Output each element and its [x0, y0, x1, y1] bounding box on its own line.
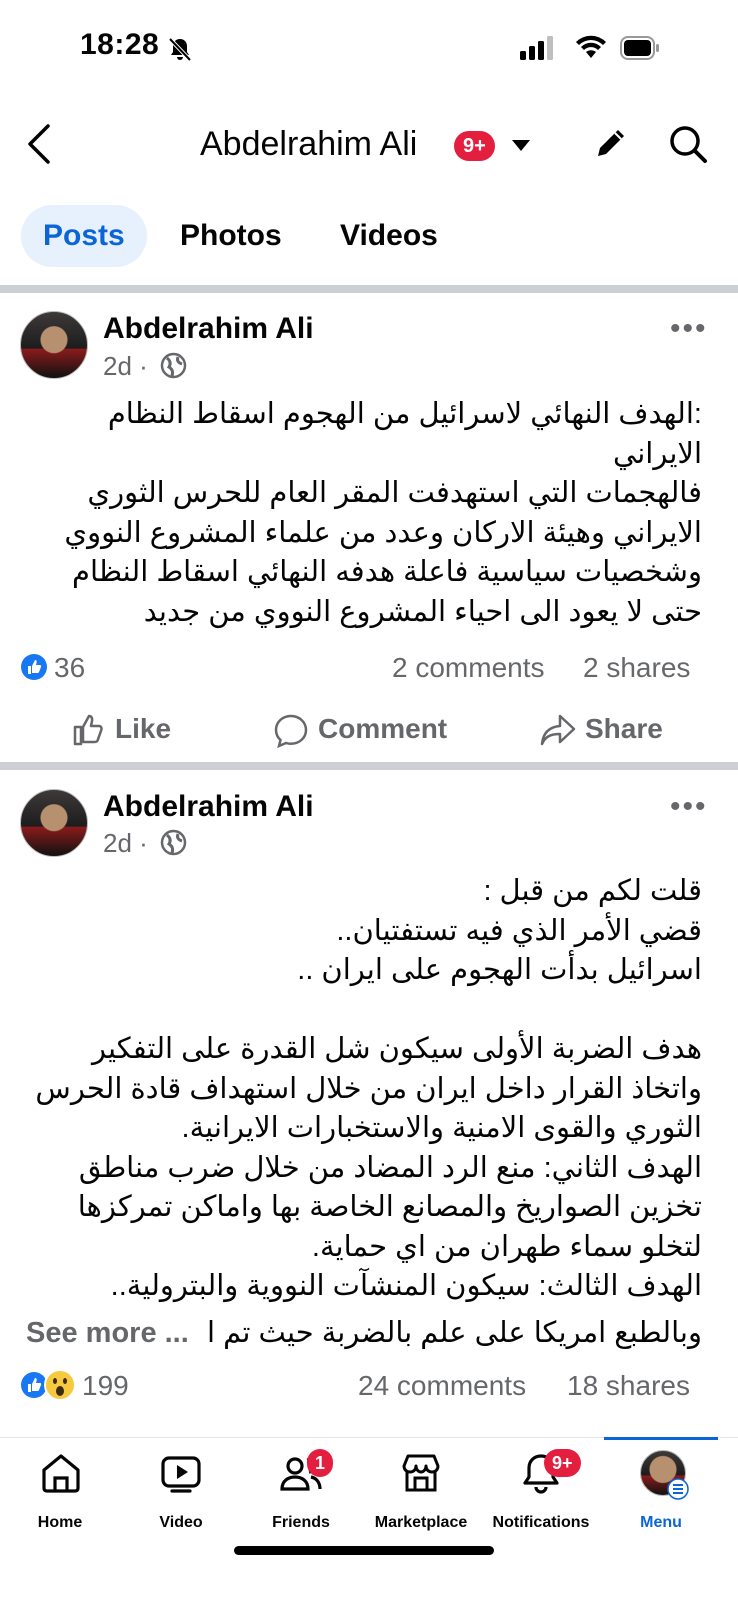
like-icon: [73, 714, 103, 746]
menu-lines-icon: [667, 1478, 689, 1500]
share-icon: [540, 714, 576, 746]
post-author[interactable]: Abdelrahim Ali: [103, 312, 314, 346]
status-time: 18:28: [80, 28, 160, 61]
post-text: قلت لكم من قبل : قضي الأمر الذي فيه تستف…: [35, 875, 702, 1302]
video-icon[interactable]: [160, 1452, 202, 1494]
header-notification-badge: 9+: [454, 131, 495, 161]
more-options-icon[interactable]: •••: [670, 312, 708, 346]
signal-icon: [520, 36, 553, 60]
wow-reaction-icon: [44, 1369, 76, 1406]
see-more-link[interactable]: See more ...: [26, 1314, 189, 1354]
battery-icon: [620, 36, 659, 60]
comment-count[interactable]: 24 comments: [358, 1370, 526, 1402]
chevron-down-icon[interactable]: [512, 140, 530, 152]
globe-icon: [160, 829, 187, 856]
nav-video-label[interactable]: Video: [121, 1514, 241, 1532]
marketplace-icon[interactable]: [400, 1452, 442, 1494]
tab-photos[interactable]: Photos: [158, 205, 304, 267]
back-arrow-icon[interactable]: [26, 124, 54, 164]
share-count[interactable]: 18 shares: [567, 1370, 690, 1402]
like-reaction-icon: [20, 653, 48, 686]
avatar[interactable]: [20, 789, 88, 857]
tab-videos[interactable]: Videos: [318, 205, 460, 267]
globe-icon: [160, 352, 187, 379]
home-icon[interactable]: [40, 1452, 82, 1494]
post-author[interactable]: Abdelrahim Ali: [103, 790, 314, 824]
divider: [0, 285, 738, 293]
post-time: 2d ·: [103, 351, 148, 381]
post-text-truncated: وبالطبع امريكا على علم بالضربة حيث تم ا: [206, 1317, 702, 1349]
divider: [0, 762, 738, 770]
notifications-badge: 9+: [544, 1449, 581, 1477]
page-title[interactable]: Abdelrahim Ali: [200, 125, 417, 164]
reaction-count[interactable]: 199: [82, 1370, 129, 1402]
search-icon[interactable]: [668, 124, 708, 164]
nav-home-label[interactable]: Home: [0, 1514, 120, 1532]
active-tab-indicator: [604, 1437, 718, 1440]
home-indicator: [234, 1546, 494, 1555]
nav-marketplace-label[interactable]: Marketplace: [361, 1514, 481, 1532]
reaction-count[interactable]: 36: [54, 652, 85, 684]
share-button[interactable]: Share: [585, 713, 663, 745]
nav-friends-label[interactable]: Friends: [241, 1514, 361, 1532]
nav-menu-label[interactable]: Menu: [601, 1514, 721, 1532]
comment-count[interactable]: 2 comments: [392, 652, 545, 684]
like-button[interactable]: Like: [115, 713, 171, 745]
comment-button[interactable]: Comment: [318, 713, 447, 745]
post-time: 2d ·: [103, 828, 148, 858]
avatar[interactable]: [20, 311, 88, 379]
comment-icon: [274, 714, 308, 749]
wifi-icon: [576, 35, 606, 58]
friends-badge: 1: [307, 1449, 334, 1477]
post-text: :الهدف النهائي لاسرائيل من الهجوم اسقاط …: [64, 398, 702, 628]
nav-notifications-label[interactable]: Notifications: [481, 1514, 601, 1532]
edit-pencil-icon[interactable]: [594, 126, 628, 160]
more-options-icon[interactable]: •••: [670, 790, 708, 824]
share-count[interactable]: 2 shares: [583, 652, 690, 684]
tab-posts[interactable]: Posts: [21, 205, 147, 267]
bell-muted-icon: [168, 37, 192, 62]
